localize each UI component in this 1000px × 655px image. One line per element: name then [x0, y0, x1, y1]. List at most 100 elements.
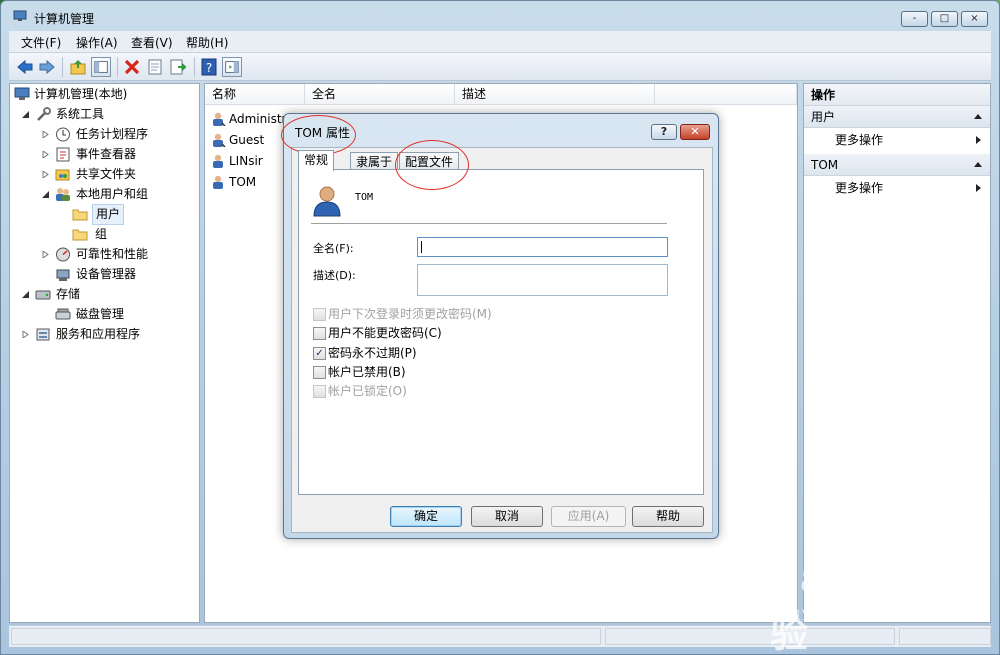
description-label: 描述(D): [313, 269, 356, 282]
collapsed-arrow-icon[interactable] [42, 171, 49, 178]
menu-bar: 文件(F) 操作(A) 查看(V) 帮助(H) [9, 31, 991, 53]
account-disabled-checkbox[interactable]: 帐户已禁用(B) [313, 365, 423, 381]
dialog-close-button[interactable]: ✕ [680, 124, 710, 140]
storage-icon [35, 290, 51, 300]
tree-item-shared-folders[interactable]: 共享文件夹 [40, 165, 190, 184]
show-hide-action-pane-icon[interactable] [222, 57, 242, 77]
device-manager-icon [56, 269, 70, 281]
computer-management-icon [13, 10, 27, 21]
collapse-arrow-icon[interactable] [974, 162, 982, 167]
fullname-input[interactable] [417, 237, 668, 257]
properties-icon[interactable] [145, 57, 165, 77]
menu-view[interactable]: 查看(V) [131, 34, 173, 51]
window-title: 计算机管理 [34, 12, 95, 26]
more-actions-tom[interactable]: 更多操作 [804, 177, 990, 199]
menu-help[interactable]: 帮助(H) [186, 34, 228, 51]
checkbox-box[interactable] [313, 385, 326, 398]
help-button[interactable]: 帮助 [632, 506, 704, 527]
ok-button[interactable]: 确定 [390, 506, 462, 527]
folder-icon [72, 209, 88, 221]
back-arrow-icon[interactable] [15, 57, 35, 77]
minimize-button[interactable]: - [901, 11, 928, 27]
user-properties-dialog: TOM 属性 ? ✕ 常规 隶属于 配置文件 TOM 全名(F): 描述(D):… [283, 113, 719, 539]
folder-icon [72, 229, 88, 241]
submenu-arrow-icon [976, 184, 981, 192]
description-input[interactable] [417, 264, 668, 296]
menu-file[interactable]: 文件(F) [21, 34, 61, 51]
close-button[interactable]: × [961, 11, 988, 27]
checkmark-icon[interactable]: ✓ [313, 347, 326, 360]
baidu-watermark: Bai du 经验 [770, 557, 965, 655]
tree-item-event-viewer[interactable]: 事件查看器 [40, 145, 190, 164]
user-account-icon [213, 154, 223, 168]
tools-icon [37, 107, 51, 121]
actions-section-tom[interactable]: TOM [804, 154, 990, 176]
title-bar[interactable]: 计算机管理 - □ × [1, 1, 999, 31]
submenu-arrow-icon [976, 136, 981, 144]
column-header-name[interactable]: 名称 [205, 84, 305, 105]
show-hide-tree-icon[interactable] [91, 57, 111, 77]
must-change-password-checkbox[interactable]: 用户下次登录时须更改密码(M) [313, 307, 513, 323]
dialog-help-button[interactable]: ? [651, 124, 677, 140]
console-tree: 计算机管理(本地) 系统工具 任务计划程序 事件查看器 共享文件夹 本地用户和组… [9, 83, 200, 623]
tree-item-system-tools[interactable]: 系统工具 [20, 105, 190, 124]
account-locked-checkbox[interactable]: 帐户已锁定(O) [313, 384, 423, 400]
collapsed-arrow-icon[interactable] [42, 131, 49, 138]
username-label: TOM [355, 192, 374, 203]
column-header-blank [655, 84, 797, 105]
tree-item-users[interactable]: 用户 [72, 204, 152, 225]
tree-item-services-applications[interactable]: 服务和应用程序 [20, 325, 190, 344]
forward-arrow-icon[interactable] [37, 57, 57, 77]
checkbox-box[interactable] [313, 366, 326, 379]
tree-item-disk-management[interactable]: 磁盘管理 [40, 305, 190, 324]
more-actions-users[interactable]: 更多操作 [804, 129, 990, 151]
checkbox-box[interactable] [313, 308, 326, 321]
user-avatar-icon [313, 186, 341, 217]
event-viewer-icon [56, 147, 70, 162]
collapsed-arrow-icon[interactable] [42, 151, 49, 158]
expanded-arrow-icon[interactable] [22, 111, 29, 118]
maximize-button[interactable]: □ [931, 11, 958, 27]
checkbox-box[interactable] [313, 327, 326, 340]
svg-text:?: ? [206, 61, 212, 75]
tree-item-storage[interactable]: 存储 [20, 285, 190, 304]
performance-icon [56, 247, 70, 262]
fullname-label: 全名(F): [313, 242, 354, 255]
collapsed-arrow-icon[interactable] [22, 331, 29, 338]
toolbar: ? [9, 53, 991, 81]
up-folder-icon[interactable] [68, 57, 88, 77]
column-header-fullname[interactable]: 全名 [305, 84, 455, 105]
cannot-change-password-checkbox[interactable]: 用户不能更改密码(C) [313, 326, 453, 342]
header-divider [311, 223, 667, 224]
expanded-arrow-icon[interactable] [42, 191, 49, 198]
collapsed-arrow-icon[interactable] [42, 251, 49, 258]
disk-management-icon [55, 308, 71, 320]
collapse-arrow-icon[interactable] [974, 114, 982, 119]
general-tab-page: TOM 全名(F): 描述(D): 用户下次登录时须更改密码(M) 用户不能更改… [298, 169, 704, 495]
status-cell [11, 628, 601, 645]
expanded-arrow-icon[interactable] [22, 291, 29, 298]
tree-item-device-manager[interactable]: 设备管理器 [40, 265, 190, 284]
tab-general[interactable]: 常规 [298, 150, 335, 171]
menu-action[interactable]: 操作(A) [76, 34, 118, 51]
tree-item-computer-management[interactable]: 计算机管理(本地) [14, 85, 194, 104]
shared-folder-icon [55, 169, 70, 181]
password-never-expires-checkbox[interactable]: ✓ 密码永不过期(P) [313, 346, 433, 362]
tree-item-local-users-groups[interactable]: 本地用户和组 [40, 185, 190, 204]
column-header-description[interactable]: 描述 [455, 84, 655, 105]
delete-icon[interactable] [122, 57, 142, 77]
tree-item-task-scheduler[interactable]: 任务计划程序 [40, 125, 190, 144]
watermark-url: jingyan.baidu.com [770, 606, 924, 621]
tree-item-reliability-performance[interactable]: 可靠性和性能 [40, 245, 190, 264]
tree-item-groups[interactable]: 组 [72, 225, 152, 244]
actions-pane: 操作 用户 更多操作 TOM 更多操作 [803, 83, 991, 623]
help-icon[interactable]: ? [199, 57, 219, 77]
apply-button[interactable]: 应用(A) [551, 506, 626, 527]
actions-section-users[interactable]: 用户 [804, 106, 990, 128]
user-account-icon [213, 112, 226, 126]
cancel-button[interactable]: 取消 [471, 506, 543, 527]
clock-icon [56, 127, 70, 142]
dialog-title: TOM 属性 [295, 126, 350, 140]
export-list-icon[interactable] [168, 57, 188, 77]
text-caret [421, 241, 422, 253]
